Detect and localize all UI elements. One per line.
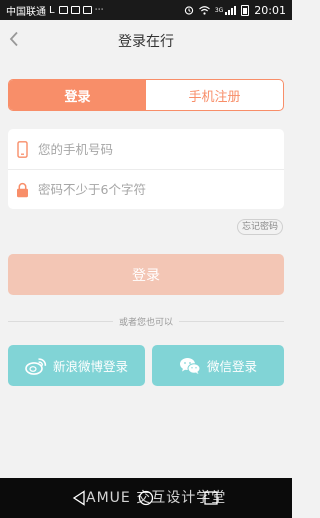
watermark-text: AMUE 交互设计学堂 — [86, 490, 227, 506]
tab-phone-register[interactable]: 手机注册 — [146, 80, 283, 110]
carrier-group: 中国联通 L — [6, 3, 55, 18]
weibo-login-label: 新浪微博登录 — [52, 359, 128, 374]
status-right: 3G 20:01 — [184, 4, 286, 17]
divider-line — [8, 320, 113, 322]
weibo-login-button[interactable]: 新浪微博登录 — [8, 345, 145, 386]
carrier-name: 中国联通 — [6, 6, 46, 18]
status-bar: 中国联通 L ⋯ 3G 20:01 — [0, 0, 292, 20]
divider-line — [179, 320, 285, 322]
signal-icon — [225, 5, 237, 15]
phone-input[interactable] — [38, 141, 258, 157]
notification-icon — [70, 6, 80, 14]
phone-row — [8, 129, 284, 169]
network-type: 3G — [214, 6, 224, 14]
notification-icon — [82, 6, 92, 14]
header: 登录在行 — [0, 20, 292, 62]
wechat-icon — [179, 357, 201, 374]
wechat-login-button[interactable]: 微信登录 — [152, 345, 284, 386]
lock-icon — [14, 181, 30, 199]
divider-text: 或者您也可以 — [119, 317, 174, 328]
notification-icon — [58, 6, 68, 14]
tab-login[interactable]: 登录 — [9, 80, 146, 110]
alarm-icon — [184, 6, 193, 15]
carrier-suffix: L — [49, 4, 55, 16]
wifi-icon — [198, 5, 210, 15]
password-row — [8, 169, 284, 209]
battery-icon — [241, 4, 250, 16]
chevron-left-icon[interactable] — [6, 31, 22, 51]
alternative-divider: 或者您也可以 — [8, 314, 285, 328]
more-notifications-icon: ⋯ — [94, 5, 104, 15]
login-form — [8, 129, 284, 209]
password-input[interactable] — [38, 182, 258, 197]
notification-icons: ⋯ — [58, 5, 104, 15]
weibo-icon — [25, 357, 47, 375]
forgot-password-link[interactable]: 忘记密码 — [236, 219, 283, 235]
nav-back-icon[interactable] — [72, 490, 86, 506]
auth-tabs: 登录 手机注册 — [8, 79, 284, 111]
phone-icon — [14, 140, 30, 158]
page-title: 登录在行 — [118, 34, 174, 50]
login-button[interactable]: 登录 — [8, 254, 284, 295]
wechat-login-label: 微信登录 — [206, 359, 257, 374]
clock: 20:01 — [254, 3, 286, 17]
